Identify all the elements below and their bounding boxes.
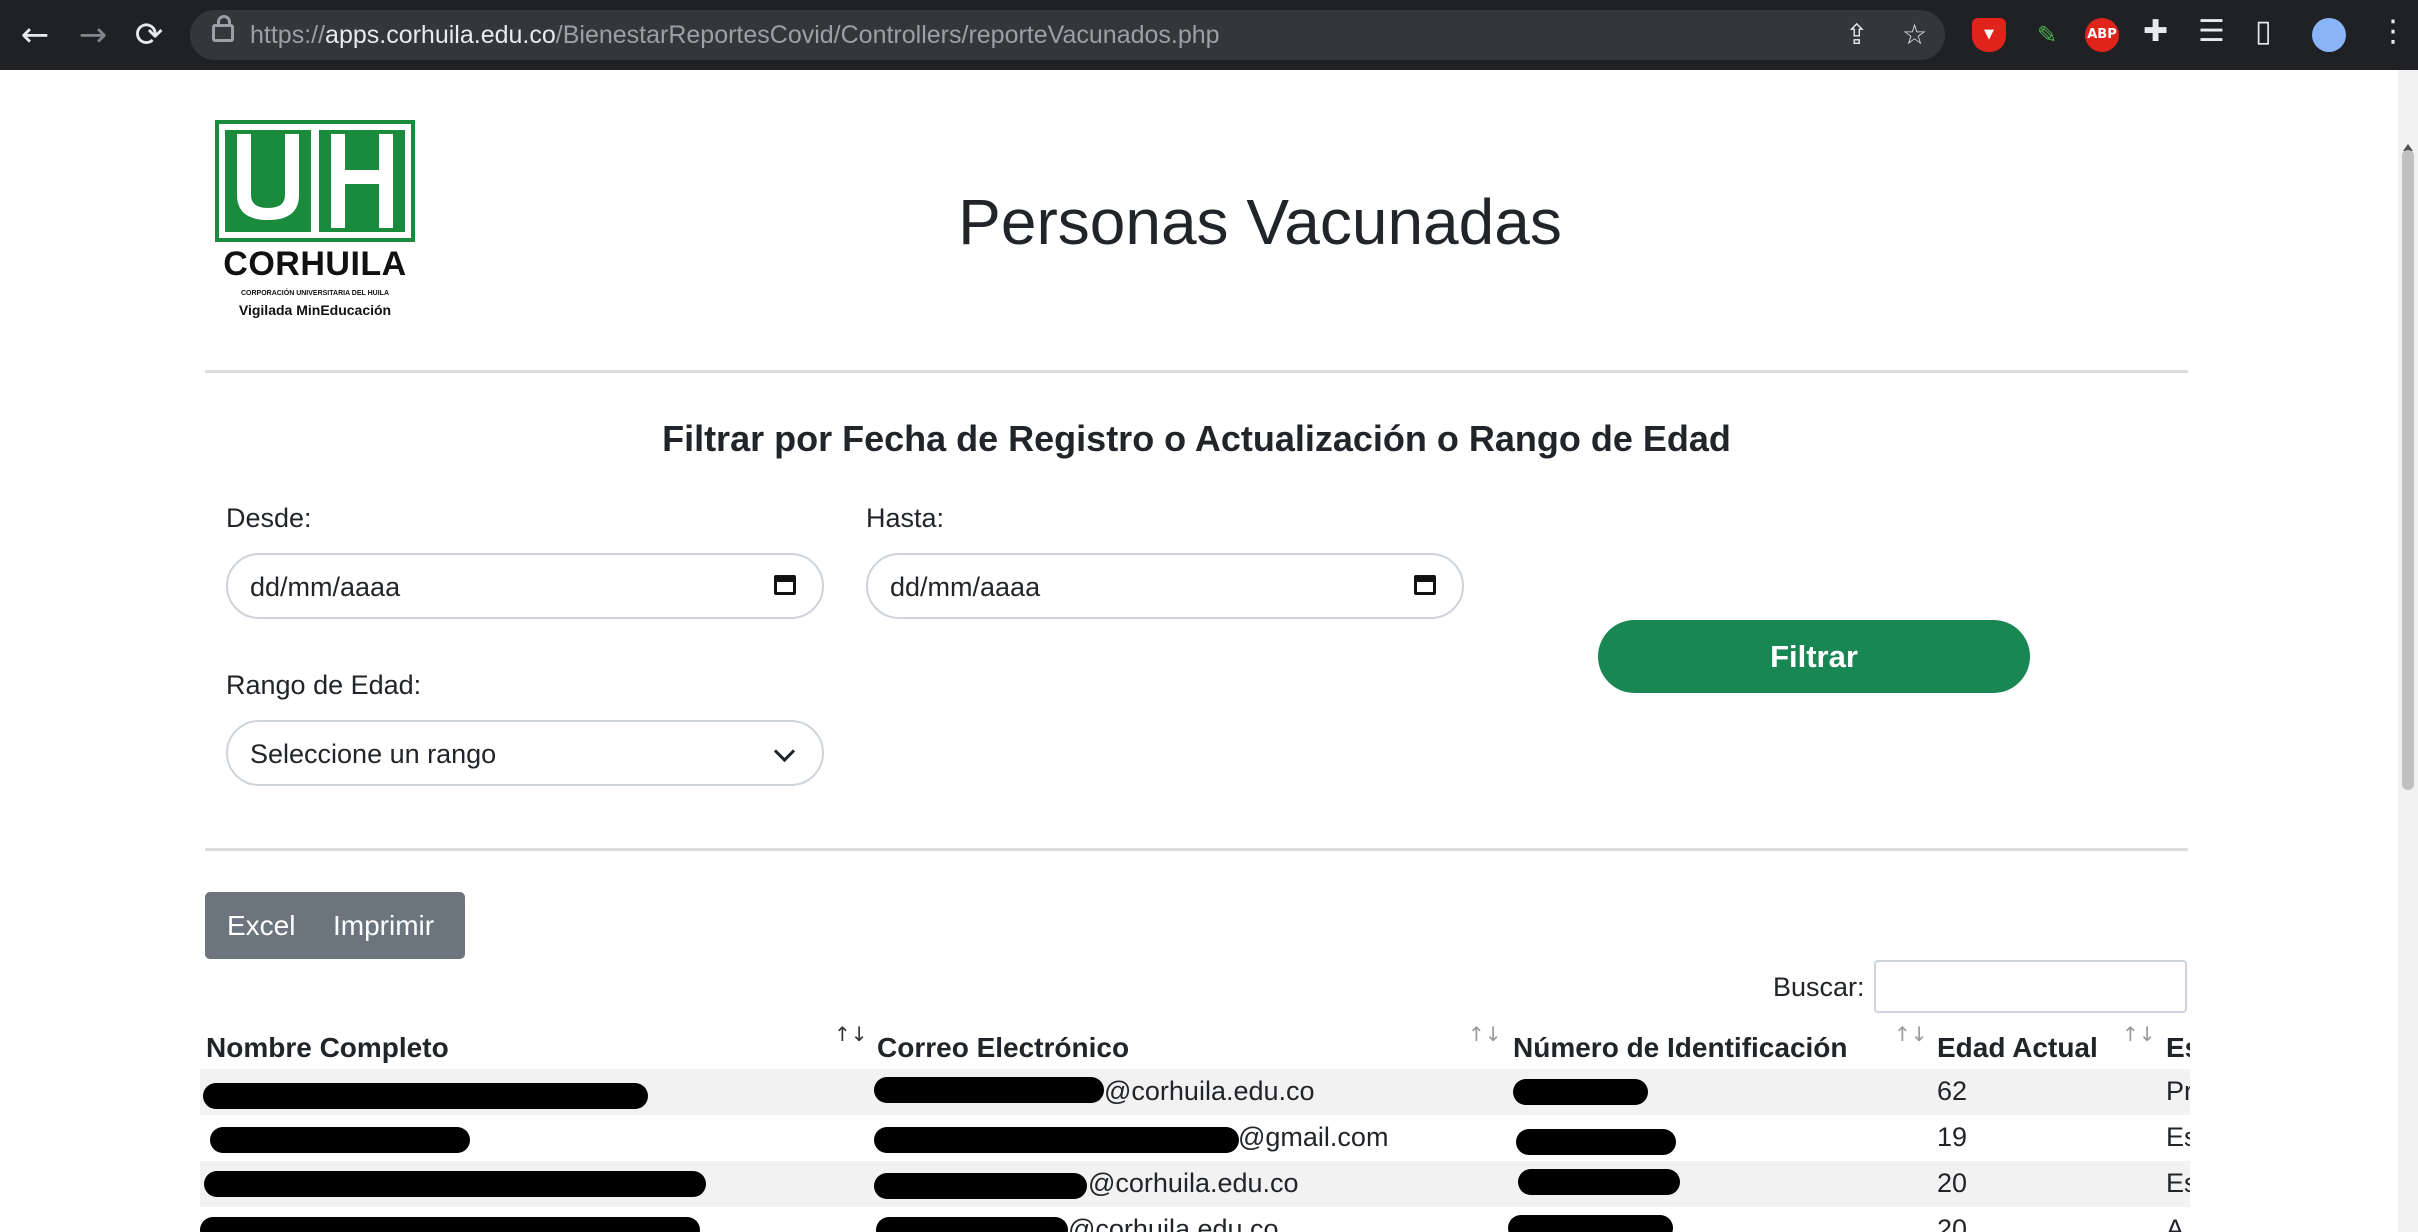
hasta-date-value: dd/mm/aaaa (890, 572, 1041, 602)
email-suffix: @corhuila.edu.co (1104, 1076, 1315, 1106)
hasta-date-input[interactable]: dd/mm/aaaa (866, 553, 1464, 619)
edad-cell: 19 (1937, 1122, 1968, 1152)
search-label: Buscar: (1773, 972, 1865, 1002)
col-identificacion-header[interactable]: Número de Identificación (1513, 1032, 1848, 1064)
lock-icon[interactable] (212, 15, 234, 42)
table-row[interactable]: @gmail.com 19 Es (200, 1115, 2190, 1161)
logo-tagline: Vigilada MinEducación (238, 302, 392, 318)
extensions-puzzle-icon[interactable]: ✚ (2143, 14, 2168, 49)
redacted-name (203, 1083, 648, 1109)
rango-edad-select[interactable]: Seleccione un rango (226, 720, 824, 786)
star-icon[interactable]: ☆ (1902, 18, 1927, 51)
redacted-name (210, 1127, 470, 1153)
export-button-group: Excel Imprimir (205, 892, 465, 959)
table-row[interactable]: @corhuila.edu.co 20 Es (200, 1161, 2190, 1207)
share-icon[interactable]: ⇪ (1845, 18, 1868, 51)
estado-cell: Es (2166, 1122, 2190, 1152)
side-panel-icon[interactable]: ▯ (2255, 14, 2272, 49)
rango-edad-label: Rango de Edad: (226, 670, 422, 700)
redacted-id (1518, 1169, 1680, 1195)
scroll-thumb[interactable] (2402, 150, 2414, 790)
sort-icon[interactable]: ↑↓ (1894, 1022, 1928, 1046)
logo-name: CORHUILA (223, 245, 407, 283)
hasta-label: Hasta: (866, 503, 945, 533)
estado-cell: Pr (2166, 1076, 2190, 1106)
email-suffix: @corhuila.edu.co (1088, 1168, 1299, 1198)
redacted-email (874, 1077, 1104, 1103)
col-correo-header[interactable]: Correo Electrónico (877, 1032, 1129, 1064)
sort-icon[interactable]: ↑↓ (2122, 1022, 2156, 1046)
desde-label: Desde: (226, 503, 312, 533)
col-nombre-header[interactable]: Nombre Completo (206, 1032, 449, 1064)
table-row[interactable]: @corhuila.edu.co 20 A (200, 1207, 2190, 1232)
browser-toolbar: ← → ⟳ https://apps.corhuila.edu.co/Biene… (0, 0, 2418, 70)
rango-edad-value: Seleccione un rango (250, 739, 497, 769)
page-title: Personas Vacunadas (958, 186, 1562, 258)
address-bar[interactable]: https://apps.corhuila.edu.co/BienestarRe… (190, 10, 1945, 60)
edad-cell: 20 (1937, 1214, 1968, 1232)
reload-icon[interactable]: ⟳ (128, 14, 170, 56)
redacted-id (1513, 1079, 1648, 1105)
desde-date-value: dd/mm/aaaa (250, 572, 401, 602)
redacted-email (874, 1127, 1239, 1153)
logo-subtitle: CORPORACIÓN UNIVERSITARIA DEL HUILA (240, 290, 390, 297)
redacted-name (200, 1217, 700, 1232)
estado-cell: Es (2166, 1168, 2190, 1198)
sort-icon[interactable]: ↑↓ (1468, 1022, 1502, 1046)
filter-heading: Filtrar por Fecha de Registro o Actualiz… (662, 418, 1731, 459)
back-icon[interactable]: ← (14, 14, 56, 56)
table-body: @corhuila.edu.co 62 Pr @gmail.com 19 Es … (200, 1065, 2190, 1232)
adblock-icon[interactable]: ABP (2085, 18, 2119, 52)
chevron-down-icon (773, 740, 796, 763)
divider-middle (205, 848, 2188, 851)
brave-shield-icon[interactable]: ▼ (1972, 18, 2006, 52)
sort-icon[interactable]: ↑↓ (834, 1022, 868, 1046)
calendar-icon[interactable] (774, 575, 796, 595)
table-row[interactable]: @corhuila.edu.co 62 Pr (200, 1069, 2190, 1115)
avatar[interactable] (2312, 18, 2346, 52)
filtrar-button[interactable]: Filtrar (1598, 620, 2030, 693)
desde-date-input[interactable]: dd/mm/aaaa (226, 553, 824, 619)
estado-cell: A (2166, 1214, 2185, 1232)
redacted-email (874, 1173, 1087, 1199)
divider-top (205, 370, 2188, 373)
excel-button[interactable]: Excel (227, 910, 295, 942)
redacted-email (876, 1217, 1068, 1232)
col-edad-header[interactable]: Edad Actual (1937, 1032, 2098, 1064)
edad-cell: 62 (1937, 1076, 1968, 1106)
page-scrollbar[interactable] (2398, 70, 2418, 1232)
edad-cell: 20 (1937, 1168, 1968, 1198)
media-queue-icon[interactable]: ☰ (2198, 14, 2225, 49)
menu-kebab-icon[interactable]: ⋮ (2378, 14, 2408, 49)
calendar-icon[interactable] (1414, 575, 1436, 595)
search-input[interactable] (1874, 960, 2187, 1013)
email-suffix: @corhuila.edu.co (1068, 1214, 1279, 1232)
redacted-name (204, 1171, 706, 1197)
uh-emblem-icon (215, 120, 415, 242)
corhuila-logo: CORHUILA CORPORACIÓN UNIVERSITARIA DEL H… (215, 120, 415, 325)
table-header: Nombre Completo ↑↓ Correo Electrónico ↑↓… (200, 1020, 2190, 1065)
redacted-id (1516, 1129, 1676, 1155)
url-text[interactable]: https://apps.corhuila.edu.co/BienestarRe… (250, 21, 1220, 50)
col-estado-header[interactable]: Es (2166, 1032, 2190, 1064)
forward-icon[interactable]: → (72, 14, 114, 56)
redacted-id (1508, 1215, 1673, 1232)
extension-pen-icon[interactable]: ✎ (2030, 18, 2064, 52)
email-suffix: @gmail.com (1238, 1122, 1389, 1152)
imprimir-button[interactable]: Imprimir (333, 910, 434, 942)
